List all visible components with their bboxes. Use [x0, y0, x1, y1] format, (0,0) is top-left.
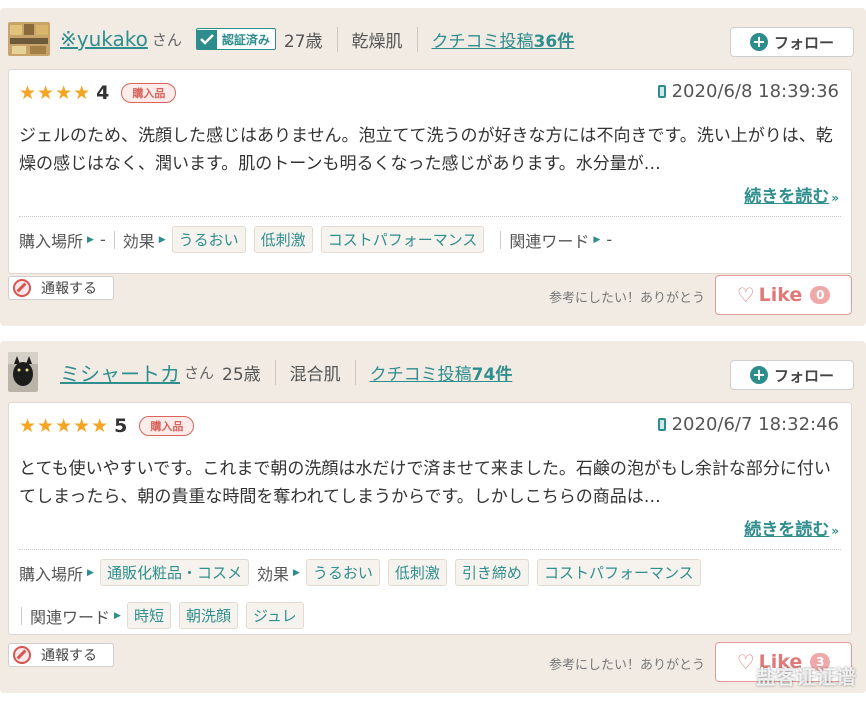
follow-label: フォロー	[773, 366, 834, 385]
avatar[interactable]	[8, 22, 50, 56]
rating: ★★★★ 4 購入品	[19, 82, 177, 104]
purchased-badge: 購入品	[139, 416, 195, 436]
helpful-text: 参考にしたい！ありがとう	[549, 658, 706, 673]
follow-label: フォロー	[773, 33, 834, 52]
keyword-label: 関連ワード	[30, 607, 111, 627]
arrow-icon: ▶	[158, 234, 166, 245]
honorific: さん	[184, 363, 215, 382]
separator	[113, 230, 115, 249]
read-more-link[interactable]: 続きを読む»	[744, 182, 839, 207]
read-more-label: 続きを読む	[744, 187, 830, 207]
rating-score: 5	[114, 415, 128, 437]
verified-label: 認証済み	[221, 32, 270, 47]
honorific: さん	[151, 30, 182, 49]
avatar[interactable]	[8, 352, 38, 392]
effect-label: 効果	[122, 231, 155, 251]
follow-button[interactable]: + フォロー	[730, 360, 854, 390]
mobile-icon	[657, 85, 666, 98]
separator	[21, 606, 22, 625]
like-button[interactable]: ♡ Like 0	[715, 275, 852, 315]
report-button[interactable]: 通報する	[8, 276, 114, 300]
read-more-link[interactable]: 続きを読む»	[744, 515, 839, 540]
read-more-label: 続きを読む	[744, 520, 830, 540]
separator	[500, 230, 502, 249]
rating-score: 4	[96, 82, 110, 104]
review-text: ジェルのため、洗顔した感じはありません。泡立てて洗うのが好きな方には不向きです。…	[19, 126, 833, 174]
place-tag[interactable]: 通販化粧品・コスメ	[99, 559, 249, 586]
mobile-icon	[657, 418, 666, 431]
user-name-link[interactable]: ミシャートカ	[60, 358, 180, 387]
effect-tag[interactable]: 低刺激	[253, 226, 313, 253]
effect-tag[interactable]: 引き締め	[454, 559, 529, 586]
no-entry-icon	[13, 279, 31, 297]
no-entry-icon	[13, 646, 31, 664]
arrow-icon: ▶	[292, 567, 300, 578]
user-skin-type: 混合肌	[274, 359, 355, 385]
post-date: 2020/6/7 18:32:46	[657, 414, 839, 435]
effect-label: 効果	[256, 564, 289, 584]
review-meta: 購入場所 ▶ 通販化粧品・コスメ 効果 ▶ うるおい 低刺激 引き締め コストパ…	[19, 559, 839, 629]
report-button[interactable]: 通報する	[8, 643, 114, 667]
date-text: 2020/6/7 18:32:46	[671, 414, 839, 435]
review-meta: 購入場所 ▶ - 効果 ▶ うるおい 低刺激 コストパフォーマンス 関連ワード …	[19, 226, 839, 253]
divider	[19, 549, 841, 550]
check-icon	[196, 29, 217, 49]
arrow-icon: ▶	[87, 567, 94, 578]
user-age: 27歳	[283, 31, 323, 52]
posts-count: 74件	[471, 364, 513, 385]
review-body-card: ★★★★★ 5 購入品 2020/6/7 18:32:46 とても使いやすいです…	[8, 402, 852, 635]
effect-tag[interactable]: 低刺激	[387, 559, 447, 586]
effect-tag[interactable]: コストパフォーマンス	[320, 226, 485, 253]
place-value: -	[99, 230, 106, 249]
date-text: 2020/6/8 18:39:36	[671, 81, 839, 102]
keyword-value: -	[606, 230, 613, 249]
rating: ★★★★★ 5 購入品	[19, 415, 195, 437]
review-card: ミシャートカ さん 25歳 混合肌 クチコミ投稿74件 + フォロー ★★★★★…	[0, 341, 866, 693]
heart-icon: ♡	[736, 283, 755, 307]
effect-tag[interactable]: コストパフォーマンス	[536, 559, 701, 586]
review-card: ※yukako さん 認証済み 27歳 乾燥肌 クチコミ投稿36件 + フォロー…	[0, 8, 866, 326]
user-posts-link[interactable]: クチコミ投稿36件	[416, 26, 575, 52]
effect-tag[interactable]: うるおい	[305, 559, 380, 586]
user-age: 25歳	[222, 364, 261, 385]
posts-count: 36件	[533, 31, 575, 52]
double-chevron-icon: »	[831, 191, 839, 205]
double-chevron-icon: »	[831, 524, 839, 538]
effect-tag[interactable]: うるおい	[171, 226, 246, 253]
place-label: 購入場所	[19, 231, 84, 251]
divider	[19, 216, 841, 217]
plus-icon: +	[749, 33, 768, 51]
arrow-icon: ▶	[593, 234, 601, 245]
plus-icon: +	[749, 366, 768, 384]
keyword-tag[interactable]: 時短	[126, 602, 171, 629]
place-label: 購入場所	[19, 564, 84, 584]
review-text: とても使いやすいです。これまで朝の洗顔は水だけで済ませて来ました。石鹸の泡がもし…	[19, 459, 831, 507]
posts-prefix: クチコミ投稿	[369, 364, 472, 385]
review-body-card: ★★★★ 4 購入品 2020/6/8 18:39:36 ジェルのため、洗顔した…	[8, 69, 852, 274]
follow-button[interactable]: + フォロー	[730, 27, 854, 57]
keyword-tag[interactable]: ジュレ	[245, 602, 304, 629]
arrow-icon: ▶	[87, 234, 94, 245]
heart-icon: ♡	[736, 650, 755, 674]
purchased-badge: 購入品	[121, 83, 177, 103]
posts-prefix: クチコミ投稿	[431, 31, 534, 52]
like-label: Like	[758, 284, 803, 306]
like-count: 0	[810, 286, 831, 304]
star-rating-icons: ★★★★★	[19, 415, 110, 437]
user-posts-link[interactable]: クチコミ投稿74件	[354, 359, 513, 385]
keyword-tag[interactable]: 朝洗顔	[178, 602, 238, 629]
verified-badge: 認証済み	[195, 28, 276, 50]
helpful-text: 参考にしたい！ありがとう	[549, 291, 706, 306]
report-label: 通報する	[41, 281, 97, 297]
watermark: 盐客证证谱	[756, 665, 856, 689]
user-name-link[interactable]: ※yukako	[60, 27, 148, 51]
report-label: 通報する	[41, 648, 97, 664]
keyword-label: 関連ワード	[509, 231, 590, 251]
star-rating-icons: ★★★★	[19, 82, 92, 104]
arrow-icon: ▶	[114, 610, 121, 621]
user-skin-type: 乾燥肌	[336, 26, 417, 52]
post-date: 2020/6/8 18:39:36	[657, 81, 839, 102]
